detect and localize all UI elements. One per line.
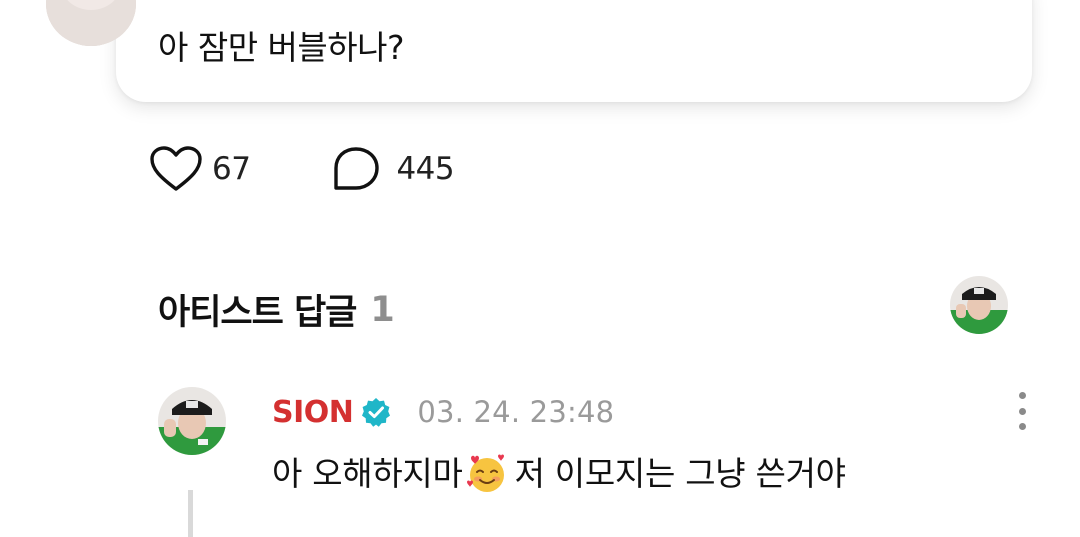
reply-text-part-2: 저 이모지는 그냥 쓴거야 (514, 454, 846, 493)
reply-text: 아 오해하지마 저 이모지는 그냥 쓴거야 (272, 452, 846, 496)
smiling-face-with-hearts-icon (466, 454, 504, 492)
artist-replies-title: 아티스트 답글 (158, 293, 357, 333)
reply-header: SION 03. 24. 23:48 (272, 392, 614, 432)
more-vertical-icon (1018, 392, 1026, 399)
speech-bubble-icon (334, 147, 380, 190)
more-options-button[interactable] (1008, 392, 1036, 430)
reply-timestamp: 03. 24. 23:48 (417, 395, 615, 429)
fan-comment-screen: 아 잠만 버블하나? 67 445 아티스트 답글 1 SION 03. 24.… (0, 0, 1080, 537)
comments-count: 445 (396, 151, 455, 187)
artist-replies-header: 아티스트 답글 1 (158, 284, 395, 335)
comments-button[interactable]: 445 (332, 144, 455, 194)
more-vertical-icon-dot (1018, 407, 1026, 415)
more-vertical-icon-dot (1018, 423, 1026, 430)
comment-text: 아 잠만 버블하나? (158, 28, 405, 67)
like-button[interactable]: 67 (150, 144, 251, 194)
artist-avatar[interactable] (158, 387, 226, 455)
artist-avatar-small[interactable] (950, 276, 1008, 334)
reply-author[interactable]: SION (272, 395, 354, 430)
verified-badge-icon (362, 398, 391, 427)
thread-line (188, 490, 193, 537)
likes-count: 67 (212, 151, 251, 187)
heart-outline-icon (150, 146, 202, 191)
reply-text-part-1: 아 오해하지마 (272, 454, 463, 493)
comment-actions: 67 445 (150, 144, 455, 194)
artist-replies-count: 1 (370, 289, 394, 330)
